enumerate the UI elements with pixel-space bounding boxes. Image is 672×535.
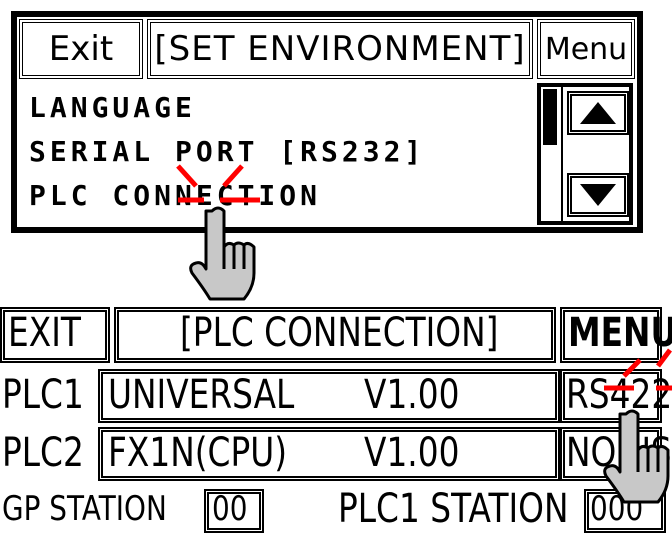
scroll-controls bbox=[537, 83, 633, 225]
plc1-driver: UNIVERSAL bbox=[108, 372, 295, 418]
panel1-title-bar: Exit [SET ENVIRONMENT] Menu bbox=[19, 19, 635, 79]
plc2-label: PLC2 bbox=[2, 430, 84, 476]
scrollbar-track bbox=[561, 87, 563, 221]
menu-button[interactable]: Menu bbox=[537, 19, 635, 79]
scroll-down-button[interactable] bbox=[567, 173, 629, 217]
gp-station-label: GP STATION bbox=[2, 489, 167, 529]
exit-button-label: Exit bbox=[48, 29, 114, 69]
plc2-version: V1.00 bbox=[364, 430, 460, 476]
pointing-hand-icon-2 bbox=[603, 409, 670, 504]
plc1-version: V1.00 bbox=[364, 372, 460, 418]
station-row: GP STATION 00 PLC1 STATION 000 bbox=[0, 477, 672, 535]
menu-button-label: Menu bbox=[544, 31, 628, 67]
exit-button-2-label: EXIT bbox=[8, 310, 81, 356]
panel2-title-bar: EXIT [PLC CONNECTION] MENU bbox=[0, 305, 672, 363]
down-triangle-icon bbox=[580, 184, 616, 206]
pointing-hand-icon bbox=[189, 206, 256, 301]
page-title-text: [SET ENVIRONMENT] bbox=[154, 29, 526, 69]
gp-station-value: 00 bbox=[212, 489, 248, 529]
page-title: [SET ENVIRONMENT] bbox=[147, 19, 533, 79]
plc-connection-panel: EXIT [PLC CONNECTION] MENU PLC1 UNIVERSA… bbox=[0, 305, 672, 533]
scrollbar-thumb[interactable] bbox=[543, 89, 557, 145]
plc2-row: PLC2 FX1N(CPU) V1.00 NO US bbox=[0, 421, 672, 481]
up-triangle-icon bbox=[580, 102, 616, 124]
settings-list: LANGUAGE SERIAL PORT [RS232] PLC CONNECT… bbox=[19, 83, 531, 225]
set-environment-panel: Exit [SET ENVIRONMENT] Menu LANGUAGE SER… bbox=[11, 11, 643, 233]
scroll-up-button[interactable] bbox=[567, 91, 629, 135]
tap-highlight-icon-2 bbox=[604, 348, 672, 391]
plc2-driver: FX1N(CPU) bbox=[108, 430, 288, 476]
exit-button[interactable]: Exit bbox=[19, 19, 143, 79]
tap-highlight-icon bbox=[176, 164, 260, 203]
plc1-row: PLC1 UNIVERSAL V1.00 RS422 bbox=[0, 365, 672, 423]
plc1-label: PLC1 bbox=[2, 372, 84, 418]
page-title-2-text: [PLC CONNECTION] bbox=[180, 310, 499, 356]
plc1-station-label: PLC1 STATION bbox=[338, 486, 569, 532]
list-item-language[interactable]: LANGUAGE bbox=[29, 91, 196, 124]
